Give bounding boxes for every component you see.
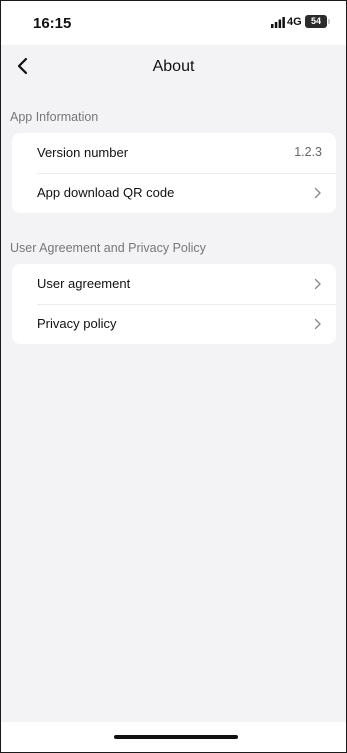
network-type: 4G — [287, 16, 302, 28]
bottom-bar — [1, 722, 346, 752]
user-agreement-privacy-card: User agreement Privacy policy — [12, 264, 337, 344]
page-title: About — [152, 58, 195, 75]
version-value: 1.2.3 — [294, 145, 322, 159]
chevron-right-icon — [314, 278, 321, 290]
chevron-right-icon — [314, 318, 321, 330]
row-label: App download QR code — [37, 185, 175, 200]
row-label: Privacy policy — [37, 316, 117, 331]
chevron-right-icon — [314, 187, 321, 199]
phone-screen: 16:15 4G 54 About App Information Versio… — [0, 0, 347, 753]
row-label: Version number — [37, 145, 129, 160]
version-number-row: Version number 1.2.3 — [12, 133, 336, 173]
section-label-user-agreement-privacy: User Agreement and Privacy Policy — [10, 241, 206, 255]
status-bar: 16:15 4G 54 — [1, 1, 346, 45]
battery-icon: 54 — [305, 15, 327, 28]
signal-icon — [271, 17, 285, 28]
privacy-policy-row[interactable]: Privacy policy — [12, 304, 336, 344]
section-label-app-information: App Information — [10, 110, 99, 124]
app-information-card: Version number 1.2.3 App download QR cod… — [12, 133, 337, 213]
nav-bar: About — [1, 45, 346, 89]
row-label: User agreement — [37, 276, 131, 291]
app-download-qr-code-row[interactable]: App download QR code — [12, 173, 336, 213]
battery-cap — [328, 19, 330, 24]
home-indicator[interactable] — [114, 735, 238, 739]
status-time: 16:15 — [33, 15, 72, 32]
user-agreement-row[interactable]: User agreement — [12, 264, 336, 304]
